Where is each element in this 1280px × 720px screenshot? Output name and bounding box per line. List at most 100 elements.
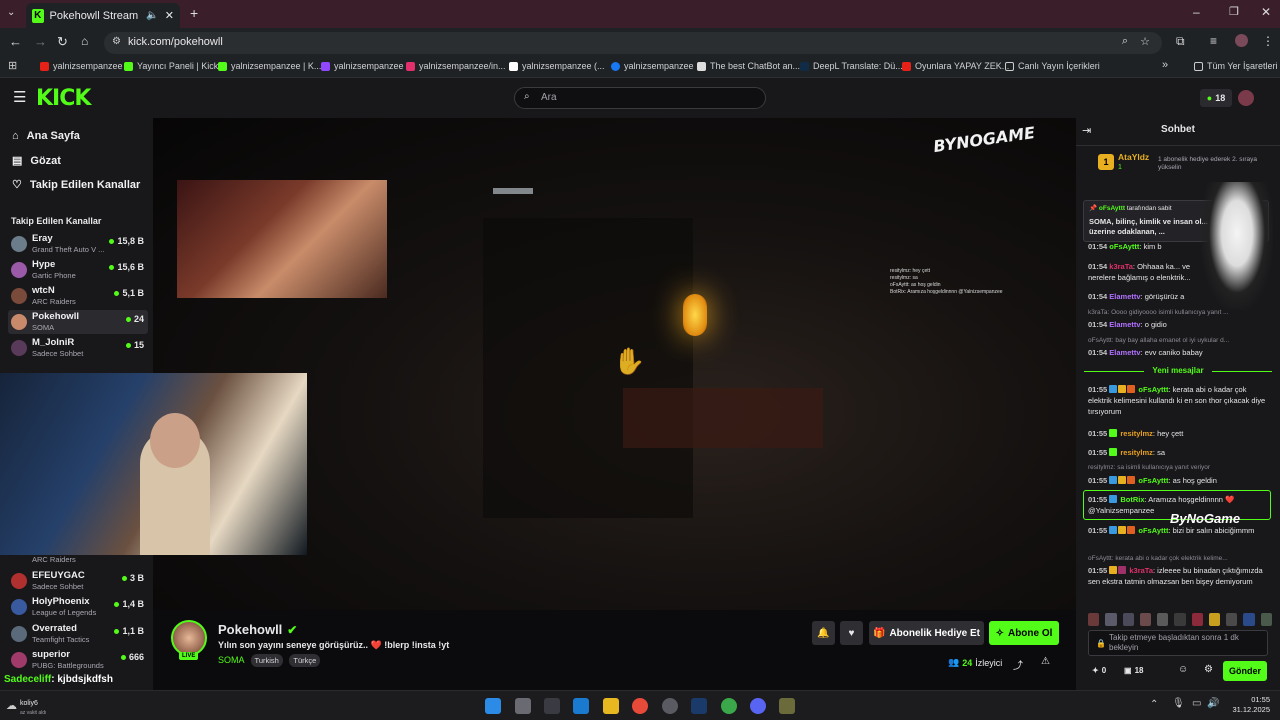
zoom-icon[interactable]: ⌕ xyxy=(1122,35,1128,48)
follow-button[interactable]: ♥ xyxy=(840,621,863,645)
kick-points-button[interactable]: ● 18 xyxy=(1200,89,1232,107)
emote-icon[interactable] xyxy=(1260,613,1272,626)
bookmark-item[interactable]: yalnizsempanzee xyxy=(611,61,694,71)
microphone-icon[interactable]: 🎙 xyxy=(1172,698,1185,709)
hamburger-menu-icon[interactable]: ☰ xyxy=(13,88,26,106)
tab-list-icon[interactable]: ⌄ xyxy=(7,7,15,18)
message-user[interactable]: Elamettv xyxy=(1109,320,1140,329)
volume-icon[interactable]: 🔊 xyxy=(1207,698,1219,709)
obs-icon[interactable] xyxy=(662,698,678,714)
sidebar-channel[interactable]: Eray Grand Theft Auto V ... 15,8 B xyxy=(8,232,148,256)
maximize-button[interactable]: ❐ xyxy=(1229,5,1239,18)
app-icon[interactable] xyxy=(544,698,560,714)
emote-picker-icon[interactable]: ☺ xyxy=(1178,664,1188,675)
chrome-icon[interactable] xyxy=(632,698,648,714)
emote-icon[interactable] xyxy=(1088,613,1100,626)
bookmark-item[interactable]: yalnizsempanzee xyxy=(321,61,404,71)
sidebar-channel[interactable]: wtcN ARC Raiders 5,1 B xyxy=(8,284,148,308)
profile-avatar[interactable] xyxy=(1235,34,1248,47)
sidebar-channel[interactable]: M_JolniR Sadece Sohbet 15 xyxy=(8,336,148,360)
emote-icon[interactable] xyxy=(1105,613,1117,626)
message-user[interactable]: oFsAyttt xyxy=(1109,242,1139,251)
sidebar-channel[interactable]: superior PUBG: Battlegrounds 666 xyxy=(8,648,148,672)
bookmark-item[interactable]: Oyunlara YAPAY ZEK... xyxy=(902,61,1009,71)
home-button-icon[interactable]: ⌂ xyxy=(81,34,88,48)
kick-logo[interactable]: KICK xyxy=(36,86,91,111)
streamer-name[interactable]: Pokehowll xyxy=(218,622,282,637)
media-control-icon[interactable]: ≡ xyxy=(1210,34,1217,48)
send-button[interactable]: Gönder xyxy=(1223,661,1267,681)
settings-icon[interactable]: ⚙ xyxy=(1204,664,1213,675)
browser-tab[interactable]: K Pokehowll Stream - Watch L 🔈 ✕ xyxy=(26,3,180,28)
report-icon[interactable]: ⚠ xyxy=(1041,656,1050,667)
streamer-avatar[interactable] xyxy=(171,620,207,656)
sidebar-channel[interactable]: EFEUYGAC Sadece Sohbet 3 B xyxy=(8,569,148,593)
user-avatar[interactable] xyxy=(1238,90,1254,106)
tray-chevron-icon[interactable]: ⌃ xyxy=(1150,699,1158,710)
chat-input[interactable]: 🔒 Takip etmeye başladıktan sonra 1 dk be… xyxy=(1088,630,1268,656)
message-user[interactable]: oFsAyttt xyxy=(1138,385,1168,394)
message-user[interactable]: Elamettv xyxy=(1109,348,1140,357)
message-user[interactable]: BotRix xyxy=(1120,495,1144,504)
store-icon[interactable] xyxy=(573,698,589,714)
bookmark-item[interactable]: The best ChatBot an... xyxy=(697,61,800,71)
message-user[interactable]: k3raTa xyxy=(1129,566,1153,575)
bookmark-item[interactable]: yalnizsempanzee | K... xyxy=(218,61,321,71)
more-bookmarks-icon[interactable]: » xyxy=(1162,59,1168,71)
extensions-icon[interactable]: ⧉ xyxy=(1176,34,1185,49)
emote-icon[interactable] xyxy=(1191,613,1203,626)
emote-icon[interactable] xyxy=(1174,613,1186,626)
bookmark-item[interactable]: yalnizsempanzee/in... xyxy=(406,61,506,71)
taskbar-user[interactable]: koliy6 xyxy=(20,700,38,707)
stream-tag[interactable]: Türkçe xyxy=(289,654,321,667)
clock[interactable]: 01:55 31.12.2025 xyxy=(1226,695,1270,715)
apps-grid-icon[interactable]: ⊞ xyxy=(8,59,17,72)
emote-icon[interactable] xyxy=(1157,613,1169,626)
emote-icon[interactable] xyxy=(1226,613,1238,626)
all-bookmarks-folder[interactable]: Tüm Yer İşaretleri xyxy=(1194,61,1278,71)
points-stat[interactable]: ✦ 0 xyxy=(1092,666,1106,675)
gift-subscription-button[interactable]: 🎁 Abonelik Hediye Et xyxy=(869,621,984,645)
bookmark-item[interactable]: DeepL Translate: Dü... xyxy=(800,61,903,71)
message-user[interactable]: resitylmz xyxy=(1120,448,1153,457)
weather-icon[interactable]: ☁ xyxy=(6,699,17,712)
gift-stat[interactable]: ▣ 18 xyxy=(1124,666,1143,675)
site-info-icon[interactable]: ⚙ xyxy=(112,36,121,47)
bookmark-star-icon[interactable]: ☆ xyxy=(1140,35,1150,48)
subscribe-button[interactable]: ✧ Abone Ol xyxy=(989,621,1059,645)
minimize-button[interactable]: – xyxy=(1193,5,1200,19)
stream-category[interactable]: SOMA xyxy=(218,655,244,665)
notification-bell-button[interactable]: 🔔 xyxy=(812,621,835,645)
bookmark-item[interactable]: Yayıncı Paneli | Kick xyxy=(124,61,218,71)
search-input[interactable]: ⌕ Ara xyxy=(514,87,766,109)
browser-menu-icon[interactable]: ⋮ xyxy=(1262,34,1274,48)
sidebar-channel[interactable]: Hype Gartic Phone 15,6 B xyxy=(8,258,148,282)
message-user[interactable]: oFsAyttt xyxy=(1138,526,1168,535)
message-user[interactable]: resitylmz xyxy=(1120,429,1153,438)
nav-following[interactable]: ♡ Takip Edilen Kanallar xyxy=(12,178,140,192)
nav-browse[interactable]: ▤ Gözat xyxy=(12,154,61,168)
stream-tag[interactable]: Turkish xyxy=(250,654,283,667)
sidebar-channel[interactable]: HolyPhoenix League of Legends 1,4 B xyxy=(8,595,148,619)
message-user[interactable]: k3raTa xyxy=(1109,262,1133,271)
sidebar-channel-active[interactable]: Pokehowll SOMA 24 xyxy=(8,310,148,334)
share-icon[interactable]: ⤴ xyxy=(1013,657,1023,672)
sidebar-channel[interactable]: Overrated Teamfight Tactics 1,1 B xyxy=(8,622,148,646)
app-icon[interactable] xyxy=(779,698,795,714)
nav-home[interactable]: ⌂ Ana Sayfa xyxy=(12,130,80,142)
task-view-icon[interactable] xyxy=(515,698,531,714)
address-bar[interactable]: ⚙ kick.com/pokehowll ⌕ ☆ xyxy=(104,32,1162,54)
tab-close-icon[interactable]: ✕ xyxy=(165,9,174,22)
bookmark-item[interactable]: yalnizsempanzee xyxy=(40,61,123,71)
start-menu-icon[interactable] xyxy=(485,698,501,714)
close-window-button[interactable]: ✕ xyxy=(1261,5,1271,19)
forward-icon[interactable]: → xyxy=(34,34,47,49)
emote-icon[interactable] xyxy=(1243,613,1255,626)
message-user[interactable]: Elamettv xyxy=(1109,292,1140,301)
file-explorer-icon[interactable] xyxy=(603,698,619,714)
floating-webcam[interactable] xyxy=(0,373,307,555)
network-icon[interactable]: ▭ xyxy=(1192,698,1201,709)
discord-icon[interactable] xyxy=(750,698,766,714)
new-tab-button[interactable]: + xyxy=(190,5,198,21)
top-gifter-name[interactable]: AtaYldz xyxy=(1118,152,1149,162)
